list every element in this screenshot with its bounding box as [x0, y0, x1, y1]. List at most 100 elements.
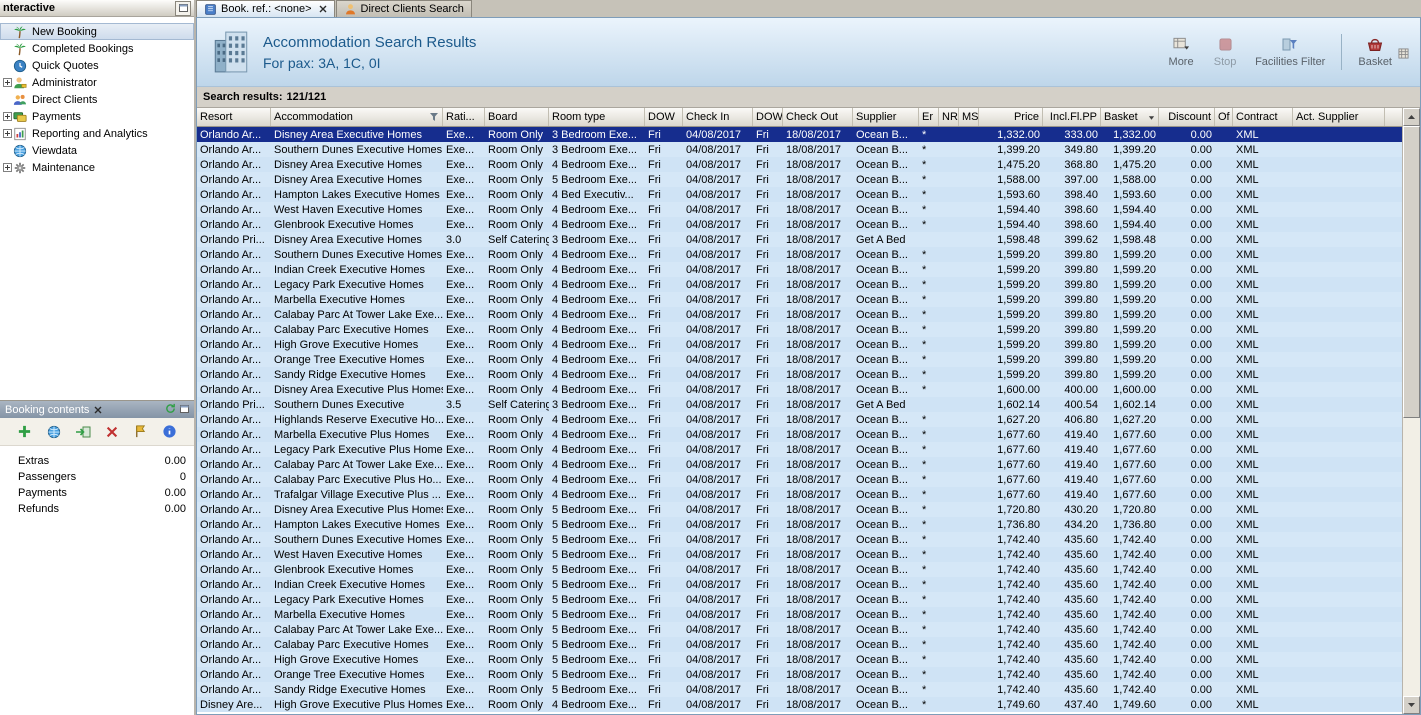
table-row[interactable]: Orlando Ar... Legacy Park Executive Homes… — [197, 592, 1402, 607]
refresh-icon[interactable] — [165, 403, 176, 417]
table-row[interactable]: Orlando Ar... Hampton Lakes Executive Hom… — [197, 187, 1402, 202]
world-button[interactable] — [44, 422, 64, 442]
flag-button[interactable] — [131, 422, 151, 442]
table-row[interactable]: Orlando Ar... Disney Area Executive Plus … — [197, 502, 1402, 517]
column-header-dow[interactable]: DOW — [645, 108, 683, 126]
column-header-contract[interactable]: Contract — [1233, 108, 1293, 126]
column-header-dow[interactable]: DOW — [753, 108, 783, 126]
table-row[interactable]: Orlando Ar... Marbella Executive Plus Hom… — [197, 427, 1402, 442]
sidebar-item-maintenance[interactable]: Maintenance — [0, 159, 194, 176]
scroll-thumb[interactable] — [1403, 126, 1420, 418]
sidebar-item-new-booking[interactable]: New Booking — [0, 23, 194, 40]
table-row[interactable]: Orlando Ar... Disney Area Executive Homes… — [197, 172, 1402, 187]
table-row[interactable]: Orlando Pri... Disney Area Executive Home… — [197, 232, 1402, 247]
scroll-down-button[interactable] — [1403, 696, 1420, 714]
stop-button[interactable]: Stop — [1211, 36, 1239, 68]
basket-button[interactable]: Basket — [1358, 36, 1392, 68]
column-header-incl-fl-pp[interactable]: Incl.Fl.PP — [1043, 108, 1101, 126]
column-header-of[interactable]: Of — [1215, 108, 1233, 126]
column-header-basket[interactable]: Basket — [1101, 108, 1159, 126]
table-row[interactable]: Orlando Ar... Indian Creek Executive Home… — [197, 262, 1402, 277]
column-header-rati[interactable]: Rati... — [443, 108, 485, 126]
tab-direct-clients-search[interactable]: Direct Clients Search — [335, 0, 472, 17]
cell: 04/08/2017 — [686, 158, 742, 171]
collapse-panel-button[interactable] — [175, 0, 191, 16]
table-row[interactable]: Orlando Ar... Southern Dunes Executive Ho… — [197, 142, 1402, 157]
table-row[interactable]: Orlando Ar... Sandy Ridge Executive Homes… — [197, 367, 1402, 382]
info-button[interactable] — [160, 422, 180, 442]
add-button[interactable] — [15, 422, 35, 442]
table-row[interactable]: Orlando Ar... Calabay Parc Executive Home… — [197, 322, 1402, 337]
table-row[interactable]: Orlando Ar... Legacy Park Executive Homes… — [197, 277, 1402, 292]
column-header-accommodation[interactable]: Accommodation — [271, 108, 443, 126]
column-header-check-in[interactable]: Check In — [683, 108, 753, 126]
sidebar-item-completed-bookings[interactable]: Completed Bookings — [0, 40, 194, 57]
table-row[interactable]: Orlando Ar... Orange Tree Executive Homes… — [197, 352, 1402, 367]
table-row[interactable]: Orlando Ar... Southern Dunes Executive Ho… — [197, 247, 1402, 262]
table-row[interactable]: Orlando Ar... Southern Dunes Executive Ho… — [197, 532, 1402, 547]
table-row[interactable]: Orlando Ar... Calabay Parc At Tower Lake … — [197, 622, 1402, 637]
table-row[interactable]: Orlando Ar... Marbella Executive Homes Exe… — [197, 292, 1402, 307]
table-row[interactable]: Orlando Ar... Indian Creek Executive Home… — [197, 577, 1402, 592]
table-row[interactable]: Orlando Ar... Calabay Parc Executive Home… — [197, 637, 1402, 652]
table-row[interactable]: Orlando Ar... High Grove Executive Homes E… — [197, 652, 1402, 667]
cell: 1,742.40 — [1113, 608, 1156, 621]
sidebar-item-reporting-and-analytics[interactable]: Reporting and Analytics — [0, 125, 194, 142]
column-header-room-type[interactable]: Room type — [549, 108, 645, 126]
tab-book-ref-none[interactable]: Book. ref.: <none> — [196, 0, 335, 17]
column-header-price[interactable]: Price — [979, 108, 1043, 126]
table-row[interactable]: Orlando Ar... Disney Area Executive Homes… — [197, 127, 1402, 142]
table-row[interactable]: Orlando Ar... Calabay Parc Executive Plus… — [197, 472, 1402, 487]
facilities-filter-button[interactable]: Facilities Filter — [1255, 36, 1325, 68]
scroll-track[interactable] — [1403, 418, 1420, 696]
sidebar-item-administrator[interactable]: Administrator — [0, 74, 194, 91]
expander-icon[interactable] — [2, 78, 13, 87]
expander-icon[interactable] — [2, 129, 13, 138]
table-row[interactable]: Orlando Ar... High Grove Executive Homes E… — [197, 337, 1402, 352]
table-row[interactable]: Orlando Ar... Sandy Ridge Executive Homes… — [197, 682, 1402, 697]
sidebar-item-direct-clients[interactable]: Direct Clients — [0, 91, 194, 108]
table-row[interactable]: Orlando Ar... Calabay Parc At Tower Lake … — [197, 307, 1402, 322]
delete-button[interactable] — [102, 422, 122, 442]
table-row[interactable]: Orlando Ar... Orange Tree Executive Homes… — [197, 667, 1402, 682]
scroll-up-button[interactable] — [1403, 108, 1420, 126]
vertical-scrollbar[interactable] — [1402, 108, 1420, 714]
table-row[interactable]: Disney Are... High Grove Executive Plus H… — [197, 697, 1402, 712]
column-header-supplier[interactable]: Supplier — [853, 108, 919, 126]
column-header-check-out[interactable]: Check Out — [783, 108, 853, 126]
table-row[interactable]: Orlando Pri... Southern Dunes Executive 3.… — [197, 397, 1402, 412]
column-header-board[interactable]: Board — [485, 108, 549, 126]
column-header-ms[interactable]: MS — [959, 108, 979, 126]
table-row[interactable]: Orlando Ar... Legacy Park Executive Plus … — [197, 442, 1402, 457]
restore-window-icon[interactable] — [180, 404, 189, 416]
export-button[interactable] — [73, 422, 93, 442]
expander-icon[interactable] — [2, 112, 13, 121]
table-row[interactable]: Orlando Ar... Glenbrook Executive Homes Ex… — [197, 217, 1402, 232]
table-row[interactable]: Orlando Ar... Marbella Executive Homes Exe… — [197, 607, 1402, 622]
cell: 0.00 — [1190, 413, 1212, 426]
table-row[interactable]: Orlando Ar... Hampton Lakes Executive Hom… — [197, 517, 1402, 532]
sidebar-item-payments[interactable]: Payments — [0, 108, 194, 125]
close-icon[interactable] — [94, 406, 102, 414]
expander-icon[interactable] — [2, 163, 13, 172]
sidebar-item-quick-quotes[interactable]: Quick Quotes — [0, 57, 194, 74]
table-row[interactable]: Orlando Ar... Trafalgar Village Executive… — [197, 487, 1402, 502]
table-row[interactable]: Orlando Ar... West Haven Executive Homes E… — [197, 202, 1402, 217]
column-header-nr[interactable]: NR — [939, 108, 959, 126]
more-button[interactable]: More — [1167, 36, 1195, 68]
column-header-resort[interactable]: Resort — [197, 108, 271, 126]
column-header-er[interactable]: Er — [919, 108, 939, 126]
table-row[interactable]: Orlando Ar... Disney Area Executive Plus … — [197, 382, 1402, 397]
table-row[interactable]: Orlando Ar... Disney Area Executive Homes… — [197, 157, 1402, 172]
close-icon[interactable] — [319, 5, 327, 13]
sidebar-item-viewdata[interactable]: Viewdata — [0, 142, 194, 159]
column-header-act-supplier[interactable]: Act. Supplier — [1293, 108, 1385, 126]
table-row[interactable]: Orlando Ar... West Haven Executive Homes E… — [197, 547, 1402, 562]
dock-button[interactable] — [1396, 46, 1410, 59]
table-row[interactable]: Orlando Ar... Calabay Parc At Tower Lake … — [197, 457, 1402, 472]
cell: XML — [1236, 698, 1259, 711]
table-row[interactable]: Orlando Ar... Highlands Reserve Executive… — [197, 412, 1402, 427]
column-header-discount[interactable]: Discount — [1159, 108, 1215, 126]
cell: Exe... — [446, 308, 475, 321]
table-row[interactable]: Orlando Ar... Glenbrook Executive Homes Ex… — [197, 562, 1402, 577]
